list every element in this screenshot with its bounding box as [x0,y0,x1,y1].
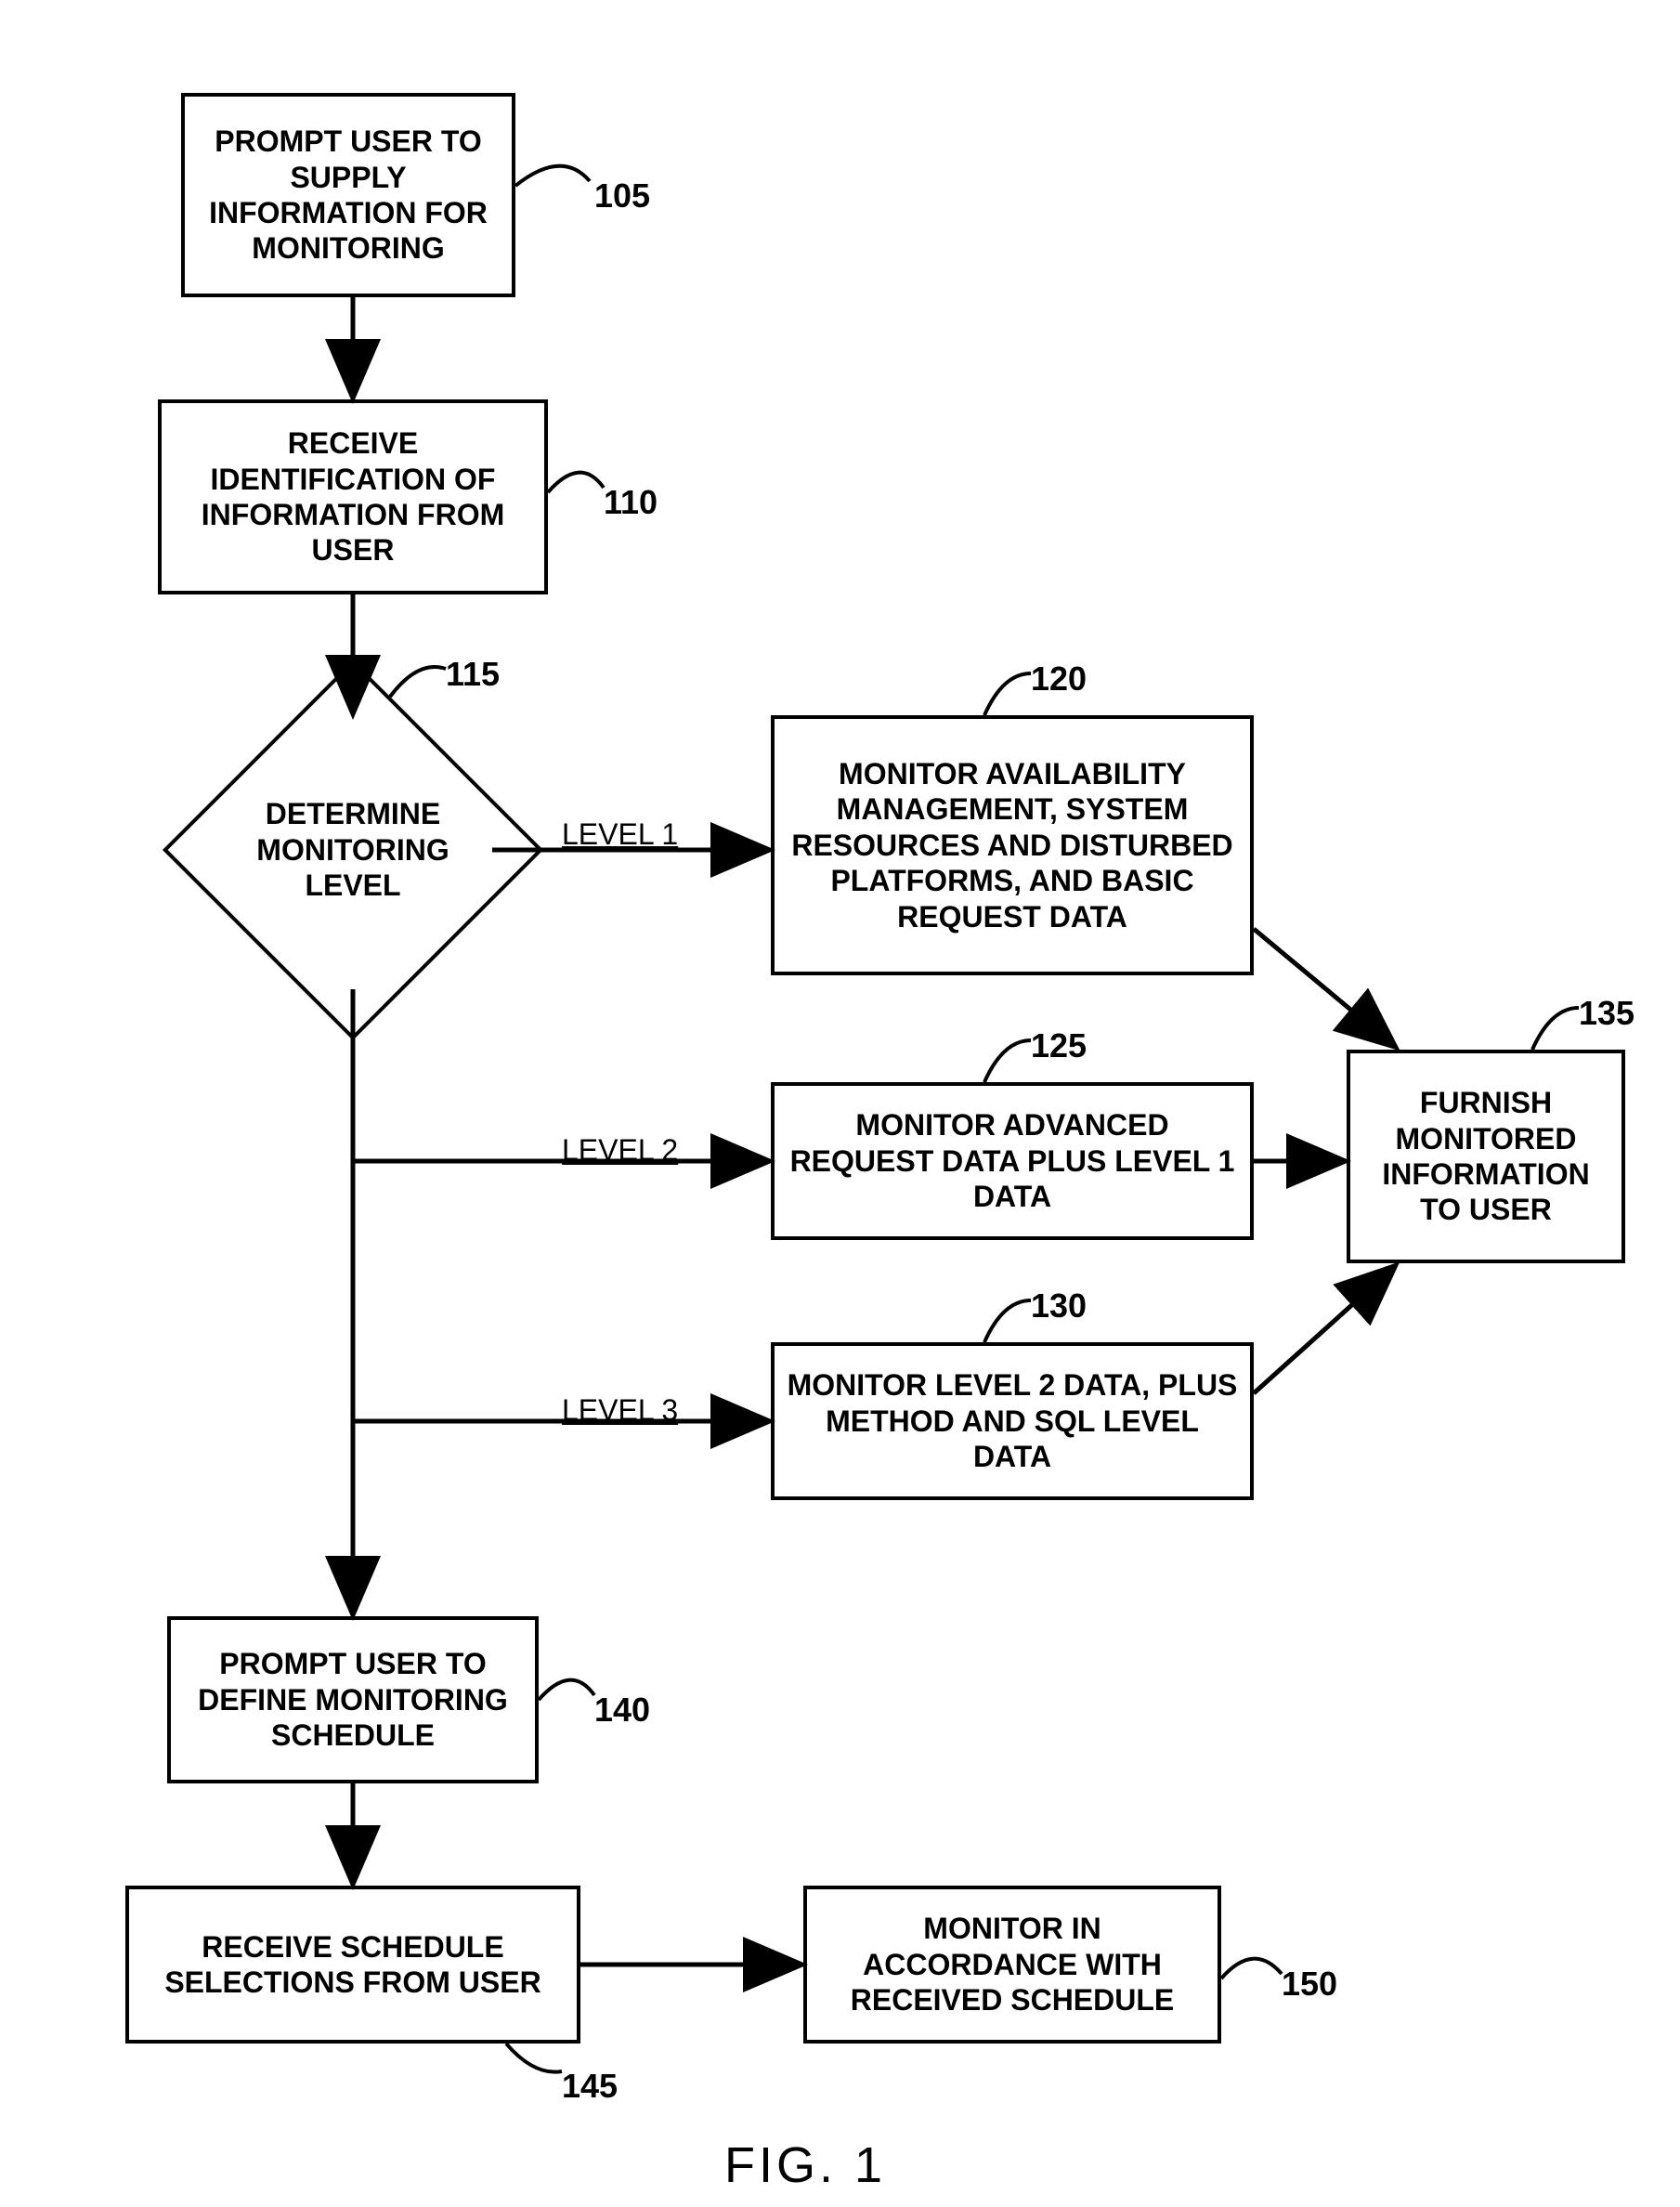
edge-label-level3: LEVEL 3 [562,1393,678,1428]
ref-145: 145 [562,2067,618,2106]
ref-135: 135 [1579,994,1634,1033]
box-120: MONITOR AVAILABILITY MANAGEMENT, SYSTEM … [771,715,1254,975]
box-135: FURNISH MONITORED INFORMATION TO USER [1347,1050,1625,1263]
box-135-text: FURNISH MONITORED INFORMATION TO USER [1360,1085,1612,1228]
ref-115: 115 [446,655,500,694]
box-130: MONITOR LEVEL 2 DATA, PLUS METHOD AND SQ… [771,1342,1254,1500]
ref-120: 120 [1031,659,1087,699]
box-125: MONITOR ADVANCED REQUEST DATA PLUS LEVEL… [771,1082,1254,1240]
box-110: RECEIVE IDENTIFICATION OF INFORMATION FR… [158,399,548,594]
box-150-text: MONITOR IN ACCORDANCE WITH RECEIVED SCHE… [816,1911,1208,2018]
box-140-text: PROMPT USER TO DEFINE MONITORING SCHEDUL… [180,1646,526,1753]
diamond-115-text: DETERMINE MONITORING LEVEL [218,796,488,903]
ref-130: 130 [1031,1286,1087,1326]
ref-150: 150 [1282,1965,1337,2004]
box-150: MONITOR IN ACCORDANCE WITH RECEIVED SCHE… [803,1886,1221,2044]
box-105: PROMPT USER TO SUPPLY INFORMATION FOR MO… [181,93,515,297]
box-120-text: MONITOR AVAILABILITY MANAGEMENT, SYSTEM … [784,756,1241,934]
figure-label: FIG. 1 [724,2136,886,2194]
box-140: PROMPT USER TO DEFINE MONITORING SCHEDUL… [167,1616,539,1783]
box-105-text: PROMPT USER TO SUPPLY INFORMATION FOR MO… [194,124,502,267]
ref-125: 125 [1031,1026,1087,1065]
box-145: RECEIVE SCHEDULE SELECTIONS FROM USER [125,1886,580,2044]
box-125-text: MONITOR ADVANCED REQUEST DATA PLUS LEVEL… [784,1107,1241,1214]
box-130-text: MONITOR LEVEL 2 DATA, PLUS METHOD AND SQ… [784,1367,1241,1474]
ref-110: 110 [604,483,658,522]
box-110-text: RECEIVE IDENTIFICATION OF INFORMATION FR… [171,425,535,568]
diamond-115: DETERMINE MONITORING LEVEL [218,715,488,985]
edge-label-level2: LEVEL 2 [562,1133,678,1168]
box-145-text: RECEIVE SCHEDULE SELECTIONS FROM USER [138,1929,567,2001]
ref-140: 140 [594,1691,650,1730]
edge-label-level1: LEVEL 1 [562,817,678,852]
ref-105: 105 [594,176,650,215]
